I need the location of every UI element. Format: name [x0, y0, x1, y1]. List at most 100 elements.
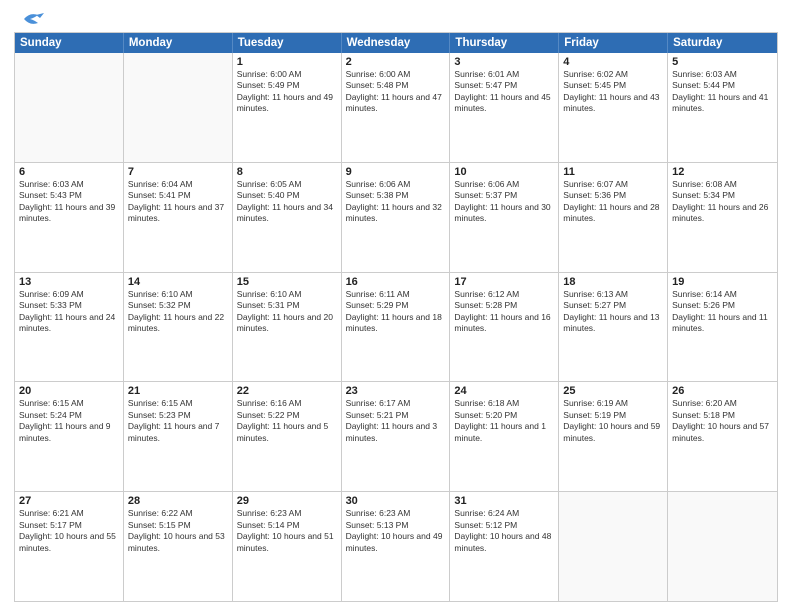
day-info: Sunrise: 6:18 AMSunset: 5:20 PMDaylight:… [454, 398, 554, 444]
weekday-header-saturday: Saturday [668, 33, 777, 53]
day-number: 21 [128, 385, 228, 397]
day-number: 1 [237, 56, 337, 68]
calendar-cell [124, 53, 233, 162]
day-info: Sunrise: 6:06 AMSunset: 5:37 PMDaylight:… [454, 179, 554, 225]
calendar-cell: 6Sunrise: 6:03 AMSunset: 5:43 PMDaylight… [15, 163, 124, 272]
calendar-row-1: 1Sunrise: 6:00 AMSunset: 5:49 PMDaylight… [15, 53, 777, 162]
calendar-cell: 3Sunrise: 6:01 AMSunset: 5:47 PMDaylight… [450, 53, 559, 162]
day-info: Sunrise: 6:10 AMSunset: 5:31 PMDaylight:… [237, 289, 337, 335]
calendar-cell [15, 53, 124, 162]
day-info: Sunrise: 6:22 AMSunset: 5:15 PMDaylight:… [128, 508, 228, 554]
calendar-cell: 9Sunrise: 6:06 AMSunset: 5:38 PMDaylight… [342, 163, 451, 272]
day-info: Sunrise: 6:00 AMSunset: 5:49 PMDaylight:… [237, 69, 337, 115]
day-number: 16 [346, 276, 446, 288]
day-info: Sunrise: 6:10 AMSunset: 5:32 PMDaylight:… [128, 289, 228, 335]
day-number: 23 [346, 385, 446, 397]
weekday-header-monday: Monday [124, 33, 233, 53]
day-number: 20 [19, 385, 119, 397]
day-number: 8 [237, 166, 337, 178]
calendar-cell: 26Sunrise: 6:20 AMSunset: 5:18 PMDayligh… [668, 382, 777, 491]
day-number: 18 [563, 276, 663, 288]
calendar-cell: 31Sunrise: 6:24 AMSunset: 5:12 PMDayligh… [450, 492, 559, 601]
day-number: 4 [563, 56, 663, 68]
calendar-cell: 1Sunrise: 6:00 AMSunset: 5:49 PMDaylight… [233, 53, 342, 162]
calendar-row-2: 6Sunrise: 6:03 AMSunset: 5:43 PMDaylight… [15, 162, 777, 272]
day-number: 28 [128, 495, 228, 507]
day-number: 12 [672, 166, 773, 178]
weekday-header-tuesday: Tuesday [233, 33, 342, 53]
day-number: 29 [237, 495, 337, 507]
day-info: Sunrise: 6:02 AMSunset: 5:45 PMDaylight:… [563, 69, 663, 115]
day-number: 26 [672, 385, 773, 397]
day-info: Sunrise: 6:21 AMSunset: 5:17 PMDaylight:… [19, 508, 119, 554]
day-number: 22 [237, 385, 337, 397]
weekday-header-friday: Friday [559, 33, 668, 53]
calendar-cell: 8Sunrise: 6:05 AMSunset: 5:40 PMDaylight… [233, 163, 342, 272]
logo [14, 10, 44, 26]
day-number: 6 [19, 166, 119, 178]
calendar-body: 1Sunrise: 6:00 AMSunset: 5:49 PMDaylight… [15, 53, 777, 601]
day-info: Sunrise: 6:08 AMSunset: 5:34 PMDaylight:… [672, 179, 773, 225]
calendar-cell: 24Sunrise: 6:18 AMSunset: 5:20 PMDayligh… [450, 382, 559, 491]
page: SundayMondayTuesdayWednesdayThursdayFrid… [0, 0, 792, 612]
weekday-header-sunday: Sunday [15, 33, 124, 53]
calendar-cell: 11Sunrise: 6:07 AMSunset: 5:36 PMDayligh… [559, 163, 668, 272]
day-info: Sunrise: 6:04 AMSunset: 5:41 PMDaylight:… [128, 179, 228, 225]
day-number: 27 [19, 495, 119, 507]
weekday-header-thursday: Thursday [450, 33, 559, 53]
day-info: Sunrise: 6:09 AMSunset: 5:33 PMDaylight:… [19, 289, 119, 335]
day-info: Sunrise: 6:11 AMSunset: 5:29 PMDaylight:… [346, 289, 446, 335]
day-number: 5 [672, 56, 773, 68]
calendar-cell: 10Sunrise: 6:06 AMSunset: 5:37 PMDayligh… [450, 163, 559, 272]
calendar-cell: 22Sunrise: 6:16 AMSunset: 5:22 PMDayligh… [233, 382, 342, 491]
day-number: 17 [454, 276, 554, 288]
day-info: Sunrise: 6:14 AMSunset: 5:26 PMDaylight:… [672, 289, 773, 335]
calendar-cell: 29Sunrise: 6:23 AMSunset: 5:14 PMDayligh… [233, 492, 342, 601]
day-info: Sunrise: 6:03 AMSunset: 5:44 PMDaylight:… [672, 69, 773, 115]
day-info: Sunrise: 6:03 AMSunset: 5:43 PMDaylight:… [19, 179, 119, 225]
day-number: 30 [346, 495, 446, 507]
day-number: 25 [563, 385, 663, 397]
calendar-cell: 4Sunrise: 6:02 AMSunset: 5:45 PMDaylight… [559, 53, 668, 162]
calendar-cell: 12Sunrise: 6:08 AMSunset: 5:34 PMDayligh… [668, 163, 777, 272]
calendar-header: SundayMondayTuesdayWednesdayThursdayFrid… [15, 33, 777, 53]
calendar-cell: 23Sunrise: 6:17 AMSunset: 5:21 PMDayligh… [342, 382, 451, 491]
calendar-row-3: 13Sunrise: 6:09 AMSunset: 5:33 PMDayligh… [15, 272, 777, 382]
day-number: 3 [454, 56, 554, 68]
calendar-cell: 17Sunrise: 6:12 AMSunset: 5:28 PMDayligh… [450, 273, 559, 382]
calendar-cell: 18Sunrise: 6:13 AMSunset: 5:27 PMDayligh… [559, 273, 668, 382]
calendar-row-5: 27Sunrise: 6:21 AMSunset: 5:17 PMDayligh… [15, 491, 777, 601]
day-info: Sunrise: 6:20 AMSunset: 5:18 PMDaylight:… [672, 398, 773, 444]
day-info: Sunrise: 6:15 AMSunset: 5:23 PMDaylight:… [128, 398, 228, 444]
day-info: Sunrise: 6:19 AMSunset: 5:19 PMDaylight:… [563, 398, 663, 444]
calendar-cell: 28Sunrise: 6:22 AMSunset: 5:15 PMDayligh… [124, 492, 233, 601]
day-info: Sunrise: 6:23 AMSunset: 5:13 PMDaylight:… [346, 508, 446, 554]
logo-bird-icon [16, 10, 44, 28]
calendar-cell: 25Sunrise: 6:19 AMSunset: 5:19 PMDayligh… [559, 382, 668, 491]
day-info: Sunrise: 6:15 AMSunset: 5:24 PMDaylight:… [19, 398, 119, 444]
calendar-cell: 2Sunrise: 6:00 AMSunset: 5:48 PMDaylight… [342, 53, 451, 162]
day-number: 9 [346, 166, 446, 178]
weekday-header-wednesday: Wednesday [342, 33, 451, 53]
calendar-cell [559, 492, 668, 601]
calendar-cell: 19Sunrise: 6:14 AMSunset: 5:26 PMDayligh… [668, 273, 777, 382]
calendar-cell: 30Sunrise: 6:23 AMSunset: 5:13 PMDayligh… [342, 492, 451, 601]
calendar: SundayMondayTuesdayWednesdayThursdayFrid… [14, 32, 778, 602]
day-info: Sunrise: 6:12 AMSunset: 5:28 PMDaylight:… [454, 289, 554, 335]
day-number: 31 [454, 495, 554, 507]
header [14, 10, 778, 26]
calendar-cell: 5Sunrise: 6:03 AMSunset: 5:44 PMDaylight… [668, 53, 777, 162]
calendar-cell: 13Sunrise: 6:09 AMSunset: 5:33 PMDayligh… [15, 273, 124, 382]
day-info: Sunrise: 6:05 AMSunset: 5:40 PMDaylight:… [237, 179, 337, 225]
calendar-row-4: 20Sunrise: 6:15 AMSunset: 5:24 PMDayligh… [15, 381, 777, 491]
day-number: 15 [237, 276, 337, 288]
calendar-cell: 27Sunrise: 6:21 AMSunset: 5:17 PMDayligh… [15, 492, 124, 601]
day-info: Sunrise: 6:23 AMSunset: 5:14 PMDaylight:… [237, 508, 337, 554]
calendar-cell: 15Sunrise: 6:10 AMSunset: 5:31 PMDayligh… [233, 273, 342, 382]
day-info: Sunrise: 6:00 AMSunset: 5:48 PMDaylight:… [346, 69, 446, 115]
day-number: 13 [19, 276, 119, 288]
calendar-cell: 21Sunrise: 6:15 AMSunset: 5:23 PMDayligh… [124, 382, 233, 491]
day-number: 11 [563, 166, 663, 178]
day-info: Sunrise: 6:17 AMSunset: 5:21 PMDaylight:… [346, 398, 446, 444]
day-number: 24 [454, 385, 554, 397]
